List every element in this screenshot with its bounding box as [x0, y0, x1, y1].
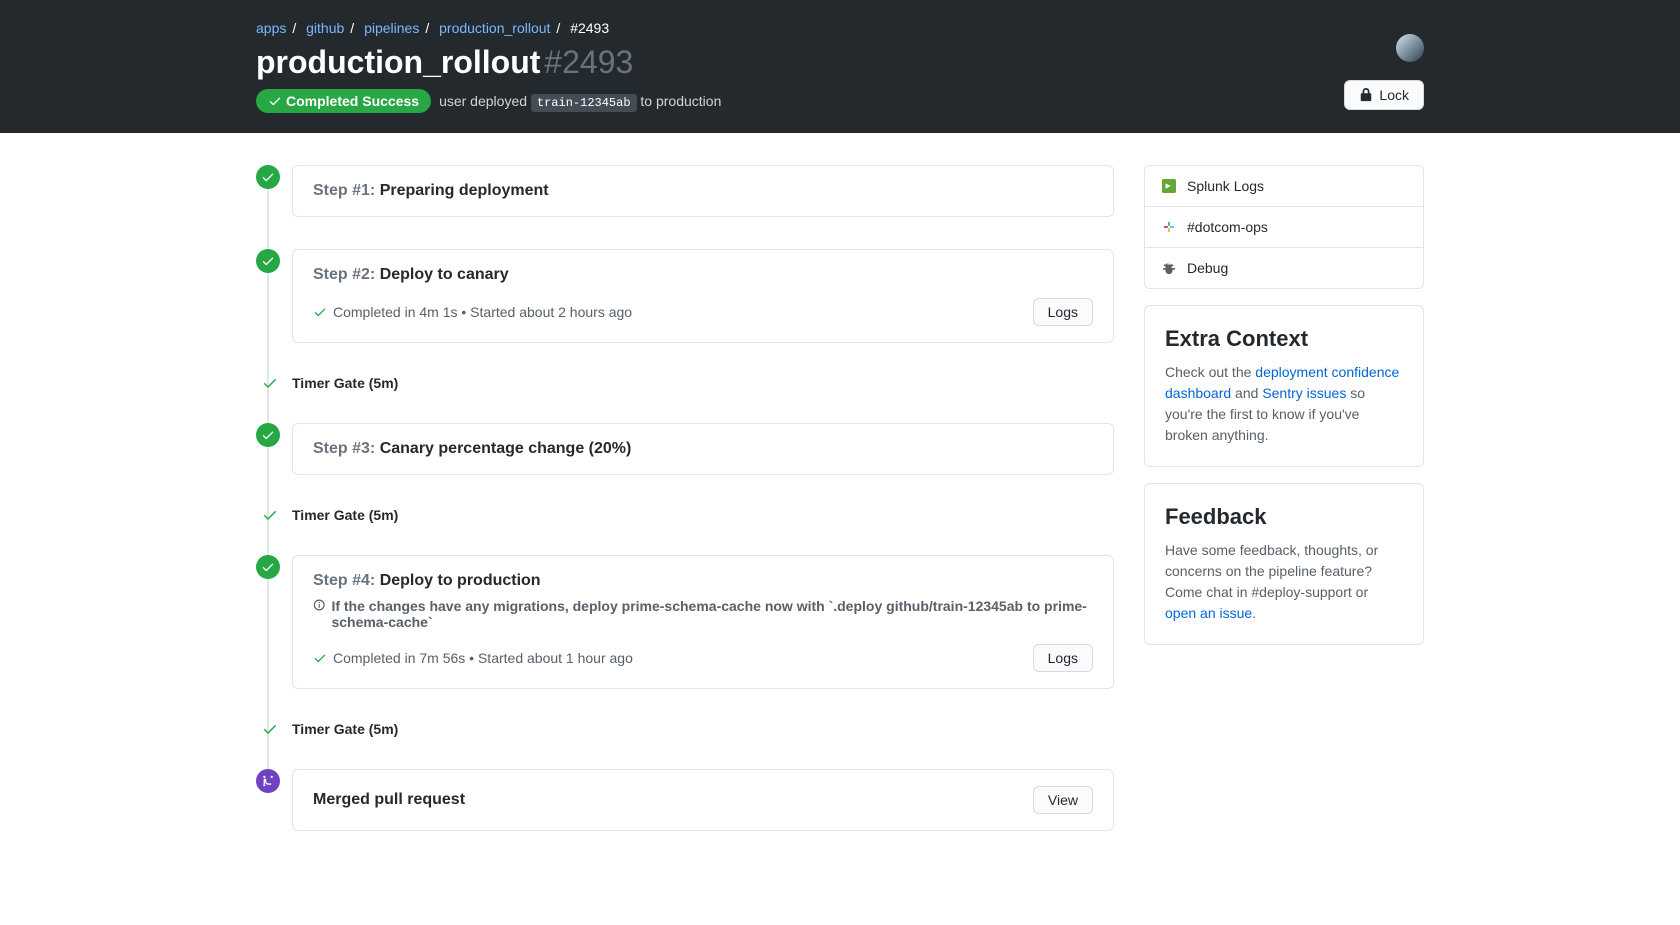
debug-link[interactable]: Debug [1145, 248, 1423, 288]
lock-button[interactable]: Lock [1344, 80, 1424, 110]
breadcrumb-link[interactable]: apps [256, 20, 286, 36]
step-card: Step #1: Preparing deployment [292, 165, 1114, 217]
slack-icon [1161, 219, 1177, 235]
step-meta: Completed in 4m 1s • Started about 2 hou… [313, 304, 632, 320]
step-title: Canary percentage change (20%) [380, 440, 632, 457]
step-title: Deploy to production [380, 572, 541, 589]
breadcrumb-link[interactable]: github [306, 20, 344, 36]
step-title: Deploy to canary [380, 266, 509, 283]
user-avatar[interactable] [1396, 34, 1424, 62]
page-title-id: #2493 [544, 44, 633, 80]
check-icon [313, 305, 327, 319]
step-card: Step #4: Deploy to production If the cha… [292, 555, 1114, 689]
check-icon [262, 721, 278, 737]
view-button[interactable]: View [1033, 786, 1093, 814]
step-status-icon [256, 165, 280, 189]
breadcrumb-current: #2493 [570, 20, 609, 36]
open-issue-link[interactable]: open an issue [1165, 605, 1252, 621]
check-icon [261, 170, 275, 184]
feedback-section: Feedback Have some feedback, thoughts, o… [1145, 484, 1423, 644]
step-status-icon [256, 423, 280, 447]
logs-button[interactable]: Logs [1033, 298, 1093, 326]
check-icon [261, 428, 275, 442]
extra-context-heading: Extra Context [1165, 326, 1403, 352]
page-title: production_rollout [256, 44, 540, 80]
commit-sha: train-12345ab [531, 94, 637, 112]
merged-icon [256, 769, 280, 793]
check-icon [261, 560, 275, 574]
step-label: Step #4: [313, 572, 375, 589]
lock-icon [1359, 88, 1373, 102]
check-icon [313, 651, 327, 665]
splunk-icon [1161, 178, 1177, 194]
step-status-icon [256, 555, 280, 579]
timer-gate: Timer Gate (5m) [292, 375, 1114, 391]
check-icon [268, 94, 282, 108]
check-icon [261, 254, 275, 268]
extra-context-section: Extra Context Check out the deployment c… [1145, 306, 1423, 466]
git-merge-icon [261, 774, 275, 788]
step-label: Step #1: [313, 182, 375, 199]
check-icon [262, 507, 278, 523]
breadcrumb: apps/ github/ pipelines/ production_roll… [256, 20, 1424, 36]
step-label: Step #3: [313, 440, 375, 457]
check-icon [262, 375, 278, 391]
feedback-heading: Feedback [1165, 504, 1403, 530]
sidebar-links-card: Splunk Logs #dotcom-ops Debug [1144, 165, 1424, 289]
slack-channel-link[interactable]: #dotcom-ops [1145, 207, 1423, 248]
merged-card: Merged pull request View [292, 769, 1114, 831]
status-badge: Completed Success [256, 89, 431, 113]
bug-icon [1161, 260, 1177, 276]
timer-gate: Timer Gate (5m) [292, 507, 1114, 523]
sentry-issues-link[interactable]: Sentry issues [1262, 385, 1346, 401]
step-label: Step #2: [313, 266, 375, 283]
breadcrumb-link[interactable]: pipelines [364, 20, 419, 36]
info-icon [313, 598, 325, 612]
splunk-logs-link[interactable]: Splunk Logs [1145, 166, 1423, 207]
step-meta: Completed in 7m 56s • Started about 1 ho… [313, 650, 633, 666]
migration-note: If the changes have any migrations, depl… [313, 598, 1093, 630]
merged-title: Merged pull request [313, 791, 465, 809]
breadcrumb-link[interactable]: production_rollout [439, 20, 550, 36]
logs-button[interactable]: Logs [1033, 644, 1093, 672]
step-card: Step #3: Canary percentage change (20%) [292, 423, 1114, 475]
step-card: Step #2: Deploy to canary Completed in 4… [292, 249, 1114, 343]
timer-gate: Timer Gate (5m) [292, 721, 1114, 737]
step-status-icon [256, 249, 280, 273]
step-title: Preparing deployment [380, 182, 549, 199]
status-text: user deployed train-12345ab to productio… [439, 93, 721, 110]
